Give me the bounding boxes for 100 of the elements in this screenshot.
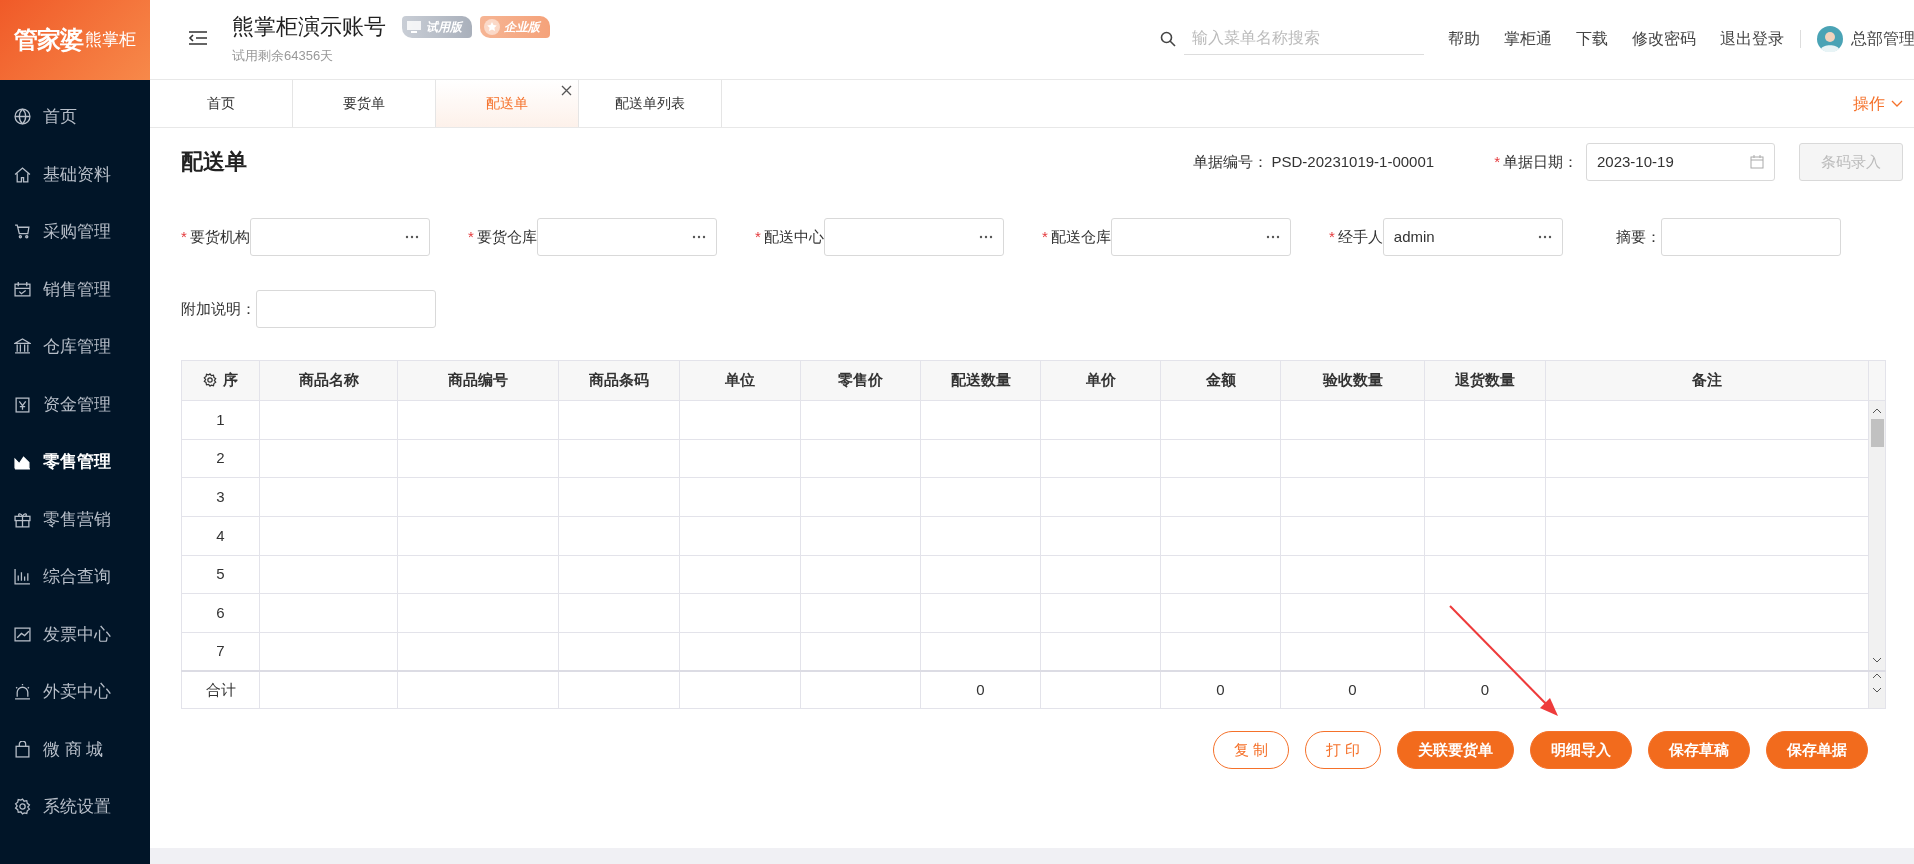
sidebar-item[interactable]: 仓库管理 [0,318,150,376]
page-title: 配送单 [181,148,247,176]
picker-field[interactable] [249,218,430,256]
column-header: 商品名称 [259,360,398,401]
doc-number-label: 单据编号： [1192,151,1268,172]
required-mark: * [181,226,187,247]
line-chart-icon [14,625,31,643]
chevron-down-icon [1891,99,1903,108]
column-header: 单价 [1040,360,1161,401]
bag-icon [14,740,31,758]
sidebar-item[interactable]: 资金管理 [0,375,150,433]
row-number: 1 [181,400,260,440]
header-link[interactable]: 修改密码 [1632,26,1696,51]
date-field[interactable]: 2023-10-19 [1586,143,1775,181]
product-logo-text: 熊掌柜 [85,29,136,52]
column-header: 零售价 [800,360,921,401]
total-label: 合计 [181,671,260,709]
field-label: 要货仓库 [476,226,537,247]
field-label: 附加说明： [181,298,256,319]
column-header: 序 [181,360,260,401]
search-icon [1160,30,1176,47]
settings-icon[interactable] [203,373,217,388]
column-header: 退货数量 [1424,360,1546,401]
picker-field[interactable] [536,218,717,256]
picker-field[interactable]: admin [1382,218,1563,256]
header-link[interactable]: 帮助 [1448,26,1480,51]
picker-field[interactable] [1110,218,1291,256]
row-number: 6 [181,593,260,633]
row-number: 5 [181,555,260,594]
field-label: 配送仓库 [1050,226,1111,247]
brand-logo-text: 管家婆 [14,25,83,55]
row-number: 7 [181,632,260,672]
sidebar-item[interactable]: 系统设置 [0,778,150,836]
scroll-up-icon[interactable] [1872,672,1882,681]
sidebar-item[interactable]: 首页 [0,88,150,146]
sidebar-item[interactable]: 综合查询 [0,548,150,606]
required-mark: * [1494,151,1500,172]
globe-icon [14,108,31,126]
row-number: 3 [181,477,260,517]
total-cell: 0 [1280,671,1425,709]
header-link[interactable]: 退出登录 [1720,26,1784,51]
field-label: 配送中心 [763,226,824,247]
doc-number-value: PSD-20231019-1-00001 [1271,151,1435,172]
row-number: 2 [181,439,260,478]
home-icon [14,165,31,183]
required-mark: * [1329,226,1335,247]
sidebar-item[interactable]: 采购管理 [0,203,150,261]
bar-chart-icon [14,568,31,586]
field-label: 摘要： [1616,226,1661,247]
user-name[interactable]: 总部管理 [1851,26,1914,51]
calendar-icon [14,280,31,298]
scroll-up-icon[interactable] [1872,407,1882,415]
input-field[interactable] [256,290,436,328]
sidebar-item[interactable]: 发票中心 [0,605,150,663]
more-icon[interactable] [1265,235,1280,239]
gift-icon [14,510,31,528]
edition-badge: 企业版 [480,16,550,38]
scrollbar[interactable] [1868,400,1886,672]
total-cell: 0 [1424,671,1546,709]
area-chart-icon [14,453,31,471]
more-icon[interactable] [404,235,419,239]
total-cell: 0 [1160,671,1281,709]
column-header: 验收数量 [1280,360,1425,401]
sidebar-item[interactable]: 基础资料 [0,145,150,203]
column-header: 商品编号 [397,360,559,401]
avatar-icon[interactable] [1817,25,1843,52]
header-link[interactable]: 下载 [1576,26,1608,51]
row-number: 4 [181,516,260,556]
required-mark: * [468,226,474,247]
column-header: 配送数量 [920,360,1041,401]
scroll-down-icon[interactable] [1872,656,1882,665]
header-link[interactable]: 掌柜通 [1504,26,1552,51]
scroll-down-icon[interactable] [1872,686,1882,695]
sidebar-item[interactable]: 微 商 城 [0,720,150,778]
total-cell: 0 [920,671,1041,709]
column-header: 单位 [679,360,801,401]
trial-remaining: 试用剩余64356天 [232,47,335,65]
more-icon[interactable] [691,235,706,239]
more-icon[interactable] [1537,235,1552,239]
trial-badge: 试用版 [402,16,472,38]
settings-icon [14,798,31,816]
sidebar-item[interactable]: 零售营销 [0,490,150,548]
column-header: 商品条码 [558,360,680,401]
doc-date-label: 单据日期： [1503,151,1578,172]
field-label: 要货机构 [189,226,250,247]
sidebar-item[interactable]: 销售管理 [0,260,150,318]
bank-icon [14,338,31,356]
account-name: 熊掌柜演示账号 [232,16,386,38]
required-mark: * [1042,226,1048,247]
yen-icon [14,395,31,413]
more-icon[interactable] [978,235,993,239]
picker-field[interactable] [823,218,1004,256]
required-mark: * [755,226,761,247]
scrollbar-thumb[interactable] [1870,419,1884,447]
column-header: 备注 [1545,360,1869,401]
input-field[interactable] [1661,218,1841,256]
sidebar-item[interactable]: 外卖中心 [0,663,150,721]
menu-icon[interactable] [188,30,208,46]
sidebar-item[interactable]: 零售管理 [0,433,150,491]
column-header: 金额 [1160,360,1281,401]
